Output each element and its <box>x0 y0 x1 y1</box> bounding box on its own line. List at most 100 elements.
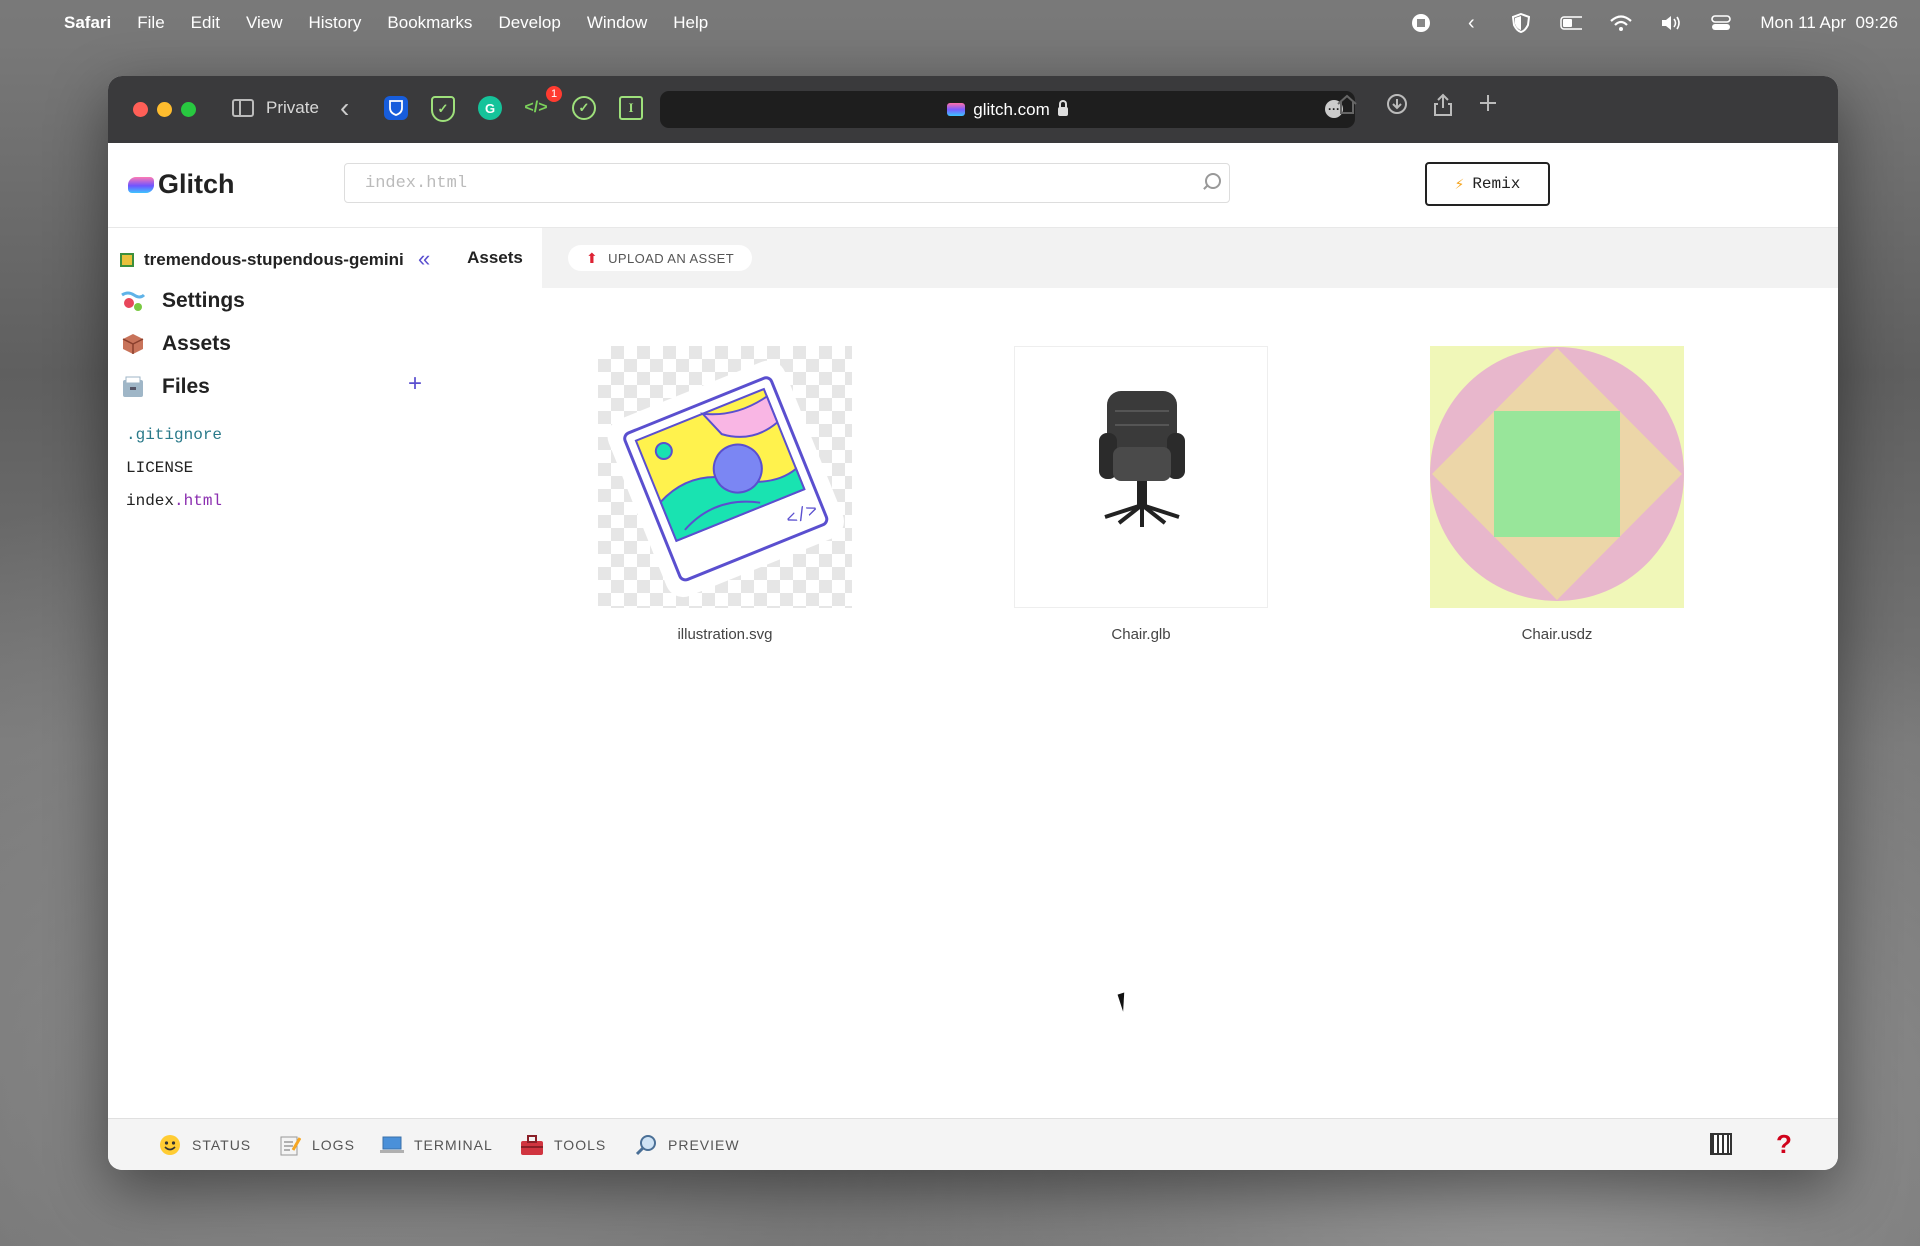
help-icon[interactable]: ? <box>1776 1129 1792 1160</box>
piano-icon[interactable] <box>1710 1133 1732 1155</box>
i-extension-icon[interactable]: I <box>619 96 643 120</box>
remix-label: Remix <box>1472 175 1521 193</box>
control-center-icon[interactable] <box>1710 12 1732 34</box>
code-extension-icon[interactable]: </> <box>524 96 548 120</box>
tab-assets[interactable]: Assets <box>448 228 542 288</box>
close-window-button[interactable] <box>133 102 148 117</box>
menu-app[interactable]: Safari <box>64 13 111 33</box>
address-bar[interactable]: glitch.com ··· <box>660 91 1355 128</box>
upload-icon: ⬆ <box>586 249 599 266</box>
file-name: LICENSE <box>126 459 194 477</box>
project-name-label: tremendous-stupendous-gemini <box>144 250 404 269</box>
asset-thumbnail: </> <box>598 346 852 608</box>
bitwarden-extension-icon[interactable] <box>384 96 408 120</box>
menu-develop[interactable]: Develop <box>498 13 560 33</box>
add-file-icon[interactable]: + <box>408 370 422 398</box>
volume-icon[interactable] <box>1660 12 1682 34</box>
collapse-sidebar-icon[interactable]: « <box>418 246 430 272</box>
tools-label: TOOLS <box>554 1137 607 1153</box>
file-index-html[interactable]: index.html <box>126 492 222 510</box>
check-extension-icon[interactable]: ✓ <box>572 96 596 120</box>
sidebar-label-settings: Settings <box>162 289 245 312</box>
assets-panel: Assets ⬆ UPLOAD AN ASSET </> illustratio… <box>448 228 1838 1118</box>
asset-illustration-svg[interactable]: </> illustration.svg <box>598 346 852 643</box>
glitch-header: Glitch index.html ⚡ Remix <box>108 143 1838 228</box>
file-license[interactable]: LICENSE <box>126 459 193 477</box>
logs-label: LOGS <box>312 1137 355 1153</box>
preview-label: PREVIEW <box>668 1137 740 1153</box>
asset-thumbnail <box>1430 346 1684 608</box>
glitch-favicon-icon <box>947 103 966 116</box>
menu-bar: Safari File Edit View History Bookmarks … <box>0 0 1920 46</box>
settings-icon <box>120 288 146 314</box>
lightning-icon: ⚡ <box>1454 176 1465 194</box>
asset-chair-usdz[interactable]: Chair.usdz <box>1430 346 1684 643</box>
menu-edit[interactable]: Edit <box>191 13 220 33</box>
upload-asset-button[interactable]: ⬆ UPLOAD AN ASSET <box>568 245 753 271</box>
menu-file[interactable]: File <box>137 13 164 33</box>
sidebar-item-files[interactable]: Files <box>120 374 210 400</box>
menu-history[interactable]: History <box>309 13 362 33</box>
grammarly-extension-icon[interactable]: G <box>478 96 502 120</box>
status-button[interactable]: STATUS <box>158 1133 251 1157</box>
share-icon[interactable] <box>1432 93 1454 123</box>
project-avatar-icon <box>120 253 134 267</box>
terminal-button[interactable]: TERMINAL <box>380 1133 493 1157</box>
file-name: .gitignore <box>126 426 223 444</box>
address-url: glitch.com <box>973 99 1050 119</box>
menubar-clock[interactable]: Mon 11 Apr 09:26 <box>1760 13 1898 33</box>
extension-badge: 1 <box>546 86 562 102</box>
menu-view[interactable]: View <box>246 13 283 33</box>
asset-name: illustration.svg <box>677 626 773 643</box>
preview-button[interactable]: PREVIEW <box>634 1133 740 1157</box>
menu-help[interactable]: Help <box>673 13 708 33</box>
logo-text: Glitch <box>158 169 235 199</box>
sidebar-label-assets: Assets <box>162 332 231 355</box>
magnifier-icon <box>634 1133 658 1157</box>
memo-icon <box>278 1133 302 1157</box>
terminal-label: TERMINAL <box>414 1137 493 1153</box>
remix-button[interactable]: ⚡ Remix <box>1425 162 1550 206</box>
tools-button[interactable]: TOOLS <box>520 1133 606 1157</box>
glitch-logo[interactable]: Glitch <box>128 169 235 200</box>
asset-name: Chair.usdz <box>1521 626 1593 643</box>
search-placeholder: index.html <box>365 173 468 193</box>
file-name: index <box>126 492 175 510</box>
sidebar-item-settings[interactable]: Settings <box>120 288 245 314</box>
menu-bookmarks[interactable]: Bookmarks <box>387 13 472 33</box>
zoom-window-button[interactable] <box>181 102 196 117</box>
back-icon[interactable]: ‹ <box>340 92 349 124</box>
adblock-shield-extension-icon[interactable]: ✓ <box>431 96 455 122</box>
home-icon[interactable] <box>1336 93 1358 121</box>
lock-icon <box>1057 100 1068 116</box>
file-gitignore[interactable]: .gitignore <box>126 426 222 444</box>
record-icon[interactable] <box>1410 12 1432 34</box>
shield-icon[interactable] <box>1510 12 1532 34</box>
usdz-placeholder-image <box>1430 346 1684 608</box>
minimize-window-button[interactable] <box>157 102 172 117</box>
private-label: Private <box>266 98 319 117</box>
toolbox-icon <box>520 1133 544 1157</box>
asset-chair-glb[interactable]: Chair.glb <box>1014 346 1268 643</box>
sidebar-toggle-icon[interactable] <box>232 99 254 117</box>
battery-icon[interactable] <box>1560 12 1583 34</box>
chevron-left-icon[interactable]: ‹ <box>1460 12 1482 34</box>
tab-bar: Assets ⬆ UPLOAD AN ASSET <box>448 228 1838 288</box>
sidebar-label-files: Files <box>162 375 210 398</box>
illustration-image: </> <box>607 360 844 598</box>
menu-window[interactable]: Window <box>587 13 647 33</box>
new-tab-icon[interactable] <box>1478 93 1498 119</box>
wifi-icon[interactable] <box>1610 12 1633 34</box>
smiley-icon <box>158 1133 182 1157</box>
box-icon <box>120 331 146 357</box>
project-name[interactable]: tremendous-stupendous-gemini <box>120 250 404 270</box>
logs-button[interactable]: LOGS <box>278 1133 355 1157</box>
file-search-input[interactable]: index.html <box>344 163 1230 203</box>
chair-image <box>1099 391 1185 527</box>
asset-thumbnail <box>1014 346 1268 608</box>
downloads-icon[interactable] <box>1386 93 1408 121</box>
laptop-icon <box>380 1133 404 1157</box>
menubar-status: ‹ Mon 11 Apr 09:26 <box>1410 0 1898 46</box>
sidebar-item-assets[interactable]: Assets <box>120 331 231 357</box>
file-cabinet-icon <box>120 374 146 400</box>
